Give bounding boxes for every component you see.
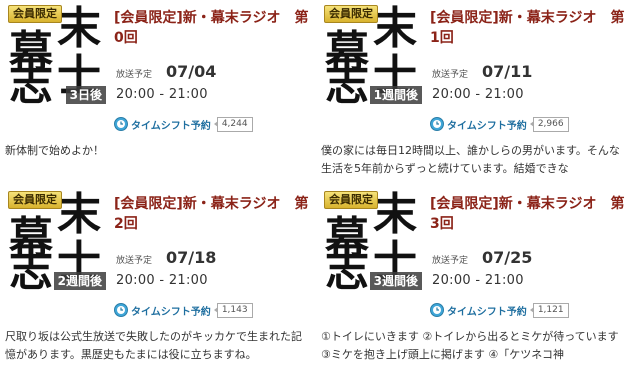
time-until-label: 2週間後 bbox=[53, 272, 106, 290]
schedule-label: 放送予定 bbox=[432, 256, 469, 266]
thumbnail-char: 末 bbox=[57, 3, 101, 54]
time-until-label: 1週間後 bbox=[369, 86, 422, 104]
schedule-label: 放送予定 bbox=[116, 70, 153, 80]
program-title-link[interactable]: [会員限定]新・幕末ラジオ 第0回 bbox=[114, 8, 312, 48]
program-card[interactable]: 会員限定 幕 末 志 士 3週間後 [会員限定]新・幕末ラジオ 第3回 放送予定… bbox=[316, 186, 628, 372]
thumbnail-char: 志 bbox=[325, 245, 369, 291]
thumbnail-char: 志 bbox=[9, 59, 53, 105]
clock-icon bbox=[430, 303, 444, 317]
program-title-link[interactable]: [会員限定]新・幕末ラジオ 第2回 bbox=[114, 194, 312, 234]
schedule-date: 07/11 bbox=[482, 62, 533, 81]
schedule-date: 07/25 bbox=[482, 248, 533, 267]
timeshift-label: タイムシフト予約 bbox=[447, 120, 527, 132]
timeshift-reserve-button[interactable]: タイムシフト予約 1,143 bbox=[114, 302, 253, 318]
program-thumbnail[interactable]: 会員限定 幕 末 志 士 1週間後 bbox=[321, 3, 422, 104]
reservation-count: 1,143 bbox=[213, 302, 253, 318]
reservation-count: 2,966 bbox=[529, 116, 569, 132]
thumbnail-char: 末 bbox=[373, 189, 417, 240]
thumbnail-char: 志 bbox=[325, 59, 369, 105]
program-description: 尺取り坂は公式生放送で失敗したのがキッカケで生まれた記憶があります。黒歴史もたま… bbox=[5, 330, 302, 361]
program-description: 新体制で始めよか！ bbox=[5, 144, 104, 157]
program-thumbnail[interactable]: 会員限定 幕 末 志 士 3週間後 bbox=[321, 189, 422, 290]
program-description: 僕の家には毎日12時間以上、誰かしらの男がいます。そんな生活を5年前からずっと続… bbox=[321, 144, 620, 175]
reservation-count: 4,244 bbox=[213, 116, 253, 132]
program-card[interactable]: 会員限定 幕 末 志 士 2週間後 [会員限定]新・幕末ラジオ 第2回 放送予定… bbox=[0, 186, 312, 372]
program-title-link[interactable]: [会員限定]新・幕末ラジオ 第1回 bbox=[430, 8, 628, 48]
schedule-time: 20:00 - 21:00 bbox=[116, 273, 208, 288]
members-only-badge: 会員限定 bbox=[324, 191, 378, 209]
members-only-badge: 会員限定 bbox=[8, 5, 62, 23]
schedule-label: 放送予定 bbox=[116, 256, 153, 266]
program-card[interactable]: 会員限定 幕 末 志 士 1週間後 [会員限定]新・幕末ラジオ 第1回 放送予定… bbox=[316, 0, 628, 186]
thumbnail-char: 志 bbox=[9, 245, 53, 291]
schedule-time: 20:00 - 21:00 bbox=[116, 87, 208, 102]
timeshift-reserve-button[interactable]: タイムシフト予約 2,966 bbox=[430, 116, 569, 132]
time-until-label: 3週間後 bbox=[369, 272, 422, 290]
schedule-label: 放送予定 bbox=[432, 70, 469, 80]
members-only-badge: 会員限定 bbox=[324, 5, 378, 23]
time-until-label: 3日後 bbox=[65, 86, 106, 104]
clock-icon bbox=[430, 117, 444, 131]
timeshift-label: タイムシフト予約 bbox=[131, 120, 211, 132]
reservation-count: 1,121 bbox=[529, 302, 569, 318]
schedule-date: 07/18 bbox=[166, 248, 217, 267]
thumbnail-char: 末 bbox=[373, 3, 417, 54]
clock-icon bbox=[114, 117, 128, 131]
timeshift-label: タイムシフト予約 bbox=[131, 306, 211, 318]
timeshift-reserve-button[interactable]: タイムシフト予約 4,244 bbox=[114, 116, 253, 132]
clock-icon bbox=[114, 303, 128, 317]
program-card[interactable]: 会員限定 幕 末 志 士 3日後 [会員限定]新・幕末ラジオ 第0回 放送予定 … bbox=[0, 0, 312, 186]
program-title-link[interactable]: [会員限定]新・幕末ラジオ 第3回 bbox=[430, 194, 628, 234]
members-only-badge: 会員限定 bbox=[8, 191, 62, 209]
schedule-date: 07/04 bbox=[166, 62, 217, 81]
timeshift-label: タイムシフト予約 bbox=[447, 306, 527, 318]
schedule-time: 20:00 - 21:00 bbox=[432, 87, 524, 102]
thumbnail-char: 末 bbox=[57, 189, 101, 240]
schedule-time: 20:00 - 21:00 bbox=[432, 273, 524, 288]
timeshift-reserve-button[interactable]: タイムシフト予約 1,121 bbox=[430, 302, 569, 318]
program-thumbnail[interactable]: 会員限定 幕 末 志 士 2週間後 bbox=[5, 189, 106, 290]
program-thumbnail[interactable]: 会員限定 幕 末 志 士 3日後 bbox=[5, 3, 106, 104]
program-description: ①トイレにいきます ②トイレから出るとミケが待っています ③ミケを抱き上げ頭上に… bbox=[321, 330, 619, 361]
